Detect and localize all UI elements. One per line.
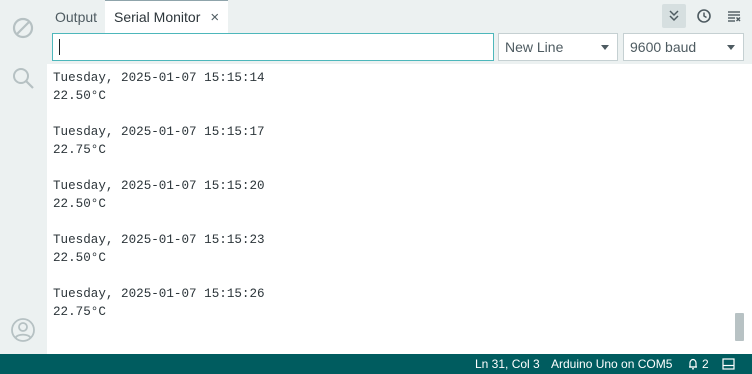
panel-tab-strip: Output Serial Monitor × <box>47 0 752 33</box>
output-line: 22.50°C <box>53 251 106 265</box>
serial-monitor-window: Output Serial Monitor × New Line 9600 ba… <box>0 0 752 374</box>
message-input[interactable] <box>52 33 494 61</box>
tab-output-label: Output <box>55 8 98 25</box>
clear-icon[interactable] <box>9 14 37 42</box>
output-line: Tuesday, 2025-01-07 15:15:23 <box>53 233 265 247</box>
line-ending-value: New Line <box>505 39 564 55</box>
toggle-panel-icon[interactable] <box>722 354 735 374</box>
tab-serial-monitor-label: Serial Monitor <box>114 9 201 25</box>
status-bar: Ln 31, Col 3 Arduino Uno on COM5 2 <box>0 354 752 374</box>
tab-output[interactable]: Output <box>55 0 97 33</box>
autoscroll-icon[interactable] <box>662 4 686 28</box>
output-line: Tuesday, 2025-01-07 15:15:17 <box>53 125 265 139</box>
serial-output-area[interactable]: Tuesday, 2025-01-07 15:15:14 22.50°C Tue… <box>47 64 752 354</box>
output-line: Tuesday, 2025-01-07 15:15:20 <box>53 179 265 193</box>
text-caret <box>59 39 60 55</box>
line-ending-select[interactable]: New Line <box>498 33 618 61</box>
output-line: 22.50°C <box>53 197 106 211</box>
baud-rate-value: 9600 baud <box>630 39 697 55</box>
notification-count: 2 <box>702 357 709 371</box>
output-line: Tuesday, 2025-01-07 15:15:14 <box>53 71 265 85</box>
board-port-label: Arduino Uno on COM5 <box>551 357 673 371</box>
cursor-position-label: Ln 31, Col 3 <box>475 357 540 371</box>
close-icon[interactable]: × <box>210 10 219 25</box>
left-sidebar <box>0 0 47 354</box>
scrollbar-thumb[interactable] <box>735 313 744 341</box>
output-line: 22.75°C <box>53 305 106 319</box>
cursor-position[interactable]: Ln 31, Col 3 <box>475 354 540 374</box>
chevron-down-icon <box>601 45 609 50</box>
output-line: 22.50°C <box>53 89 106 103</box>
account-icon[interactable] <box>9 316 37 344</box>
output-line: Tuesday, 2025-01-07 15:15:26 <box>53 287 265 301</box>
baud-rate-select[interactable]: 9600 baud <box>623 33 744 61</box>
chevron-down-icon <box>727 45 735 50</box>
board-port-status[interactable]: Arduino Uno on COM5 <box>551 354 672 374</box>
panel-toolbar <box>662 4 752 28</box>
bell-icon <box>689 358 697 370</box>
tab-serial-monitor[interactable]: Serial Monitor × <box>105 0 229 33</box>
clear-output-icon[interactable] <box>722 4 746 28</box>
search-icon[interactable] <box>9 64 37 92</box>
timestamp-icon[interactable] <box>692 4 716 28</box>
output-line: 22.75°C <box>53 143 106 157</box>
notifications-button[interactable]: 2 <box>687 354 709 374</box>
serial-input-row: New Line 9600 baud <box>47 33 752 64</box>
